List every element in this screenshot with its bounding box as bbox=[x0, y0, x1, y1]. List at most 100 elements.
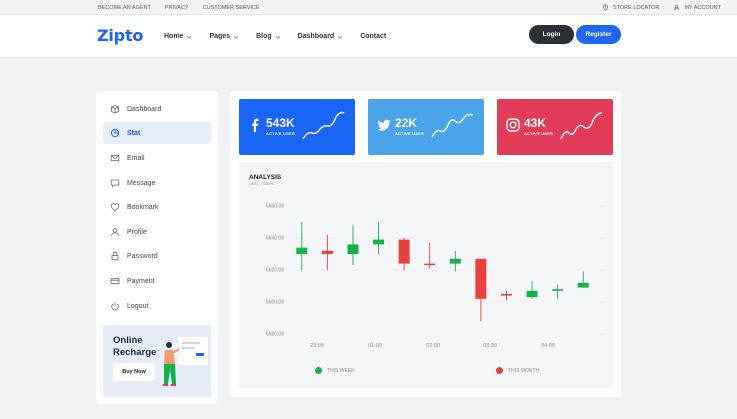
power-icon bbox=[111, 302, 119, 311]
sidebar-item-label: Email bbox=[127, 154, 145, 162]
sidebar-item-label: Logout bbox=[127, 302, 149, 310]
sidebar-item-email[interactable]: Email bbox=[103, 147, 211, 169]
instagram-stat-card: 43K ACTIVE USER bbox=[497, 99, 613, 155]
sidebar-item-label: Stat bbox=[127, 129, 141, 137]
stat-label: ACTIVE USER bbox=[395, 131, 425, 136]
candle-body[interactable] bbox=[424, 263, 436, 266]
candle-body[interactable] bbox=[577, 282, 589, 288]
main-nav: Home Pages Blog Dashboard Contact bbox=[164, 33, 386, 40]
logo[interactable]: Zipto bbox=[97, 26, 143, 45]
top-links: BECOME AN AGENT PRIVACY CUSTOMER SERVICE bbox=[98, 5, 260, 11]
x-tick-label: 23:00 bbox=[310, 343, 324, 349]
sidebar-item-profile[interactable]: Profile bbox=[103, 221, 211, 243]
chevron-down-icon bbox=[234, 35, 239, 39]
candle-body[interactable] bbox=[296, 247, 308, 254]
sidebar-item-label: Profile bbox=[127, 228, 147, 236]
my-account-label: MY ACCOUNT bbox=[684, 4, 721, 11]
twitter-stat-card: 22K ACTIVE USER bbox=[368, 99, 484, 155]
candle-body[interactable] bbox=[398, 239, 410, 264]
pie-chart-icon bbox=[110, 128, 120, 138]
sidebar-item-label: Password bbox=[127, 252, 158, 260]
legend-label: THIS WEEK bbox=[327, 367, 355, 374]
facebook-stat-card: 543K ACTIVE USER bbox=[239, 99, 355, 155]
sidebar-item-label: Dashboard bbox=[127, 105, 162, 113]
stat-label: ACTIVE USER bbox=[266, 131, 296, 136]
candle-body[interactable] bbox=[347, 244, 359, 254]
legend-this-week[interactable]: THIS WEEK bbox=[315, 367, 355, 374]
chevron-down-icon bbox=[275, 35, 280, 39]
recharge-promo: Online Recharge Buy Now bbox=[103, 325, 211, 397]
store-locator-label: STORE LOCATOR bbox=[612, 4, 660, 11]
sidebar-item-label: Message bbox=[127, 179, 156, 187]
candle-body[interactable] bbox=[475, 258, 487, 299]
x-tick-label: 02:00 bbox=[426, 343, 440, 349]
chevron-down-icon bbox=[187, 35, 192, 39]
sparkline bbox=[560, 112, 603, 140]
y-tick-label: 6600.00 bbox=[266, 300, 284, 306]
sidebar-item-payment[interactable]: Payment bbox=[103, 270, 211, 292]
nav-blog-label: Blog bbox=[256, 33, 272, 40]
customer-service-link[interactable]: CUSTOMER SERVICE bbox=[203, 5, 260, 11]
candlestick-chart: 6660.00 6640.00 6620.00 6600.00 6580.00 23:00… bbox=[266, 204, 604, 349]
stat-count: 43K bbox=[524, 116, 547, 130]
legend-dot bbox=[496, 367, 503, 374]
y-tick-label: 6660.00 bbox=[266, 204, 284, 210]
nav-blog[interactable]: Blog bbox=[256, 33, 281, 40]
y-tick-label: 6620.00 bbox=[266, 268, 284, 274]
become-agent-link[interactable]: BECOME AN AGENT bbox=[98, 5, 151, 11]
legend-label: THIS MONTH bbox=[508, 367, 540, 374]
legend-this-month[interactable]: THIS MONTH bbox=[496, 367, 539, 374]
instagram-icon bbox=[506, 118, 520, 132]
stat-count: 22K bbox=[395, 116, 418, 130]
candle-body[interactable] bbox=[526, 290, 538, 298]
sidebar-item-password[interactable]: Password bbox=[103, 245, 211, 267]
nav-contact[interactable]: Contact bbox=[360, 33, 386, 40]
privacy-link[interactable]: PRIVACY bbox=[165, 5, 189, 11]
candle-body[interactable] bbox=[321, 250, 333, 254]
chevron-down-icon bbox=[338, 35, 343, 39]
sidebar: Dashboard Stat Email Message Bookmark Pr… bbox=[96, 91, 218, 404]
y-tick-label: 6640.00 bbox=[266, 236, 284, 242]
sidebar-item-message[interactable]: Message bbox=[103, 172, 211, 194]
sidebar-item-dashboard[interactable]: Dashboard bbox=[103, 98, 211, 120]
candle-body[interactable] bbox=[373, 239, 385, 245]
twitter-icon bbox=[377, 119, 391, 131]
heart-icon bbox=[110, 203, 120, 211]
x-tick-label: 04:00 bbox=[541, 343, 555, 349]
nav-dashboard[interactable]: Dashboard bbox=[298, 33, 344, 40]
sparkline bbox=[302, 111, 345, 140]
candle-body[interactable] bbox=[552, 289, 564, 291]
sparkline bbox=[431, 113, 474, 138]
sidebar-item-bookmark[interactable]: Bookmark bbox=[103, 196, 211, 218]
facebook-icon bbox=[252, 118, 259, 132]
message-icon bbox=[110, 179, 120, 188]
main-header: Zipto Home Pages Blog Dashboard Contact … bbox=[0, 15, 737, 58]
location-pin-icon bbox=[603, 4, 608, 11]
main-panel: 543K ACTIVE USER 22K ACTIVE USER 43K ACT… bbox=[230, 91, 621, 397]
recharge-illustration bbox=[163, 337, 208, 386]
top-bar: BECOME AN AGENT PRIVACY CUSTOMER SERVICE… bbox=[0, 0, 737, 15]
nav-pages-label: Pages bbox=[209, 33, 231, 40]
lock-icon bbox=[111, 251, 119, 261]
sidebar-item-label: Bookmark bbox=[127, 203, 159, 211]
sidebar-item-logout[interactable]: Logout bbox=[103, 295, 211, 317]
candle-body[interactable] bbox=[449, 258, 461, 264]
mail-icon bbox=[110, 155, 120, 162]
store-locator-link[interactable]: STORE LOCATOR bbox=[602, 4, 659, 11]
nav-pages[interactable]: Pages bbox=[209, 33, 239, 40]
top-right-links: STORE LOCATOR MY ACCOUNT bbox=[602, 4, 721, 11]
x-tick-label: 01:00 bbox=[368, 343, 382, 349]
register-button[interactable]: Register bbox=[576, 25, 621, 44]
sidebar-item-stat[interactable]: Stat bbox=[103, 122, 211, 144]
stat-count: 543K bbox=[266, 116, 295, 130]
sidebar-item-label: Payment bbox=[127, 277, 155, 285]
buy-now-button[interactable]: Buy Now bbox=[113, 363, 155, 381]
y-tick-label: 6580.00 bbox=[266, 332, 284, 338]
nav-home[interactable]: Home bbox=[164, 33, 192, 40]
login-button[interactable]: Login bbox=[529, 25, 574, 44]
my-account-link[interactable]: MY ACCOUNT bbox=[673, 4, 721, 11]
nav-dashboard-label: Dashboard bbox=[297, 33, 335, 40]
x-tick-label: 03:00 bbox=[483, 343, 497, 349]
candle-body[interactable] bbox=[500, 294, 512, 296]
analysis-chart: ANALYSIS LAST 7 DAYS 6660.00 6640.00 6620.… bbox=[239, 162, 613, 389]
